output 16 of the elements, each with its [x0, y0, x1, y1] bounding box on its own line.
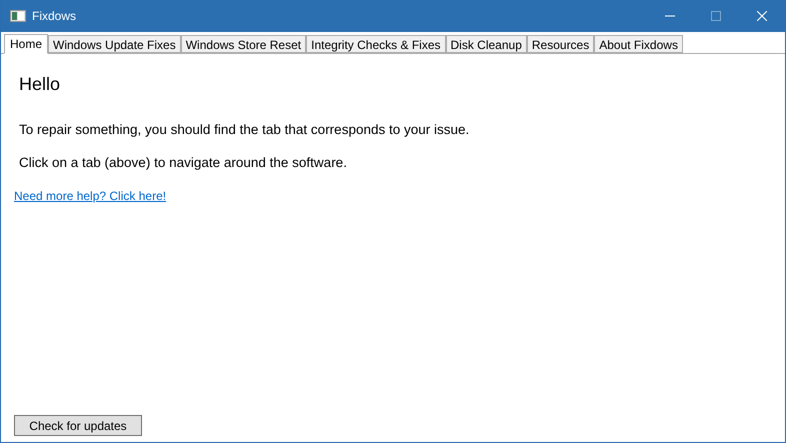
app-icon — [10, 10, 26, 22]
tab[interactable]: Windows Store Reset — [180, 35, 306, 53]
tab[interactable]: Home — [4, 34, 48, 54]
tab[interactable]: Disk Cleanup — [446, 35, 527, 53]
tab[interactable]: Windows Update Fixes — [48, 35, 181, 53]
maximize-icon — [711, 11, 721, 21]
tab[interactable]: About Fixdows — [594, 35, 683, 53]
paragraph: Click on a tab (above) to navigate around the software. — [19, 154, 348, 172]
tab[interactable]: Integrity Checks & Fixes — [306, 35, 446, 53]
help-link[interactable]: Need more help? Click here! — [14, 186, 166, 204]
paragraph: To repair something, you should find the tab that corresponds to your issue. — [19, 121, 470, 139]
close-icon — [757, 11, 767, 21]
window-title: Fixdows — [32, 8, 76, 25]
check-for-updates-button[interactable]: Check for updates — [14, 415, 142, 436]
heading: Hello — [19, 73, 62, 96]
tab[interactable]: Resources — [526, 35, 594, 53]
